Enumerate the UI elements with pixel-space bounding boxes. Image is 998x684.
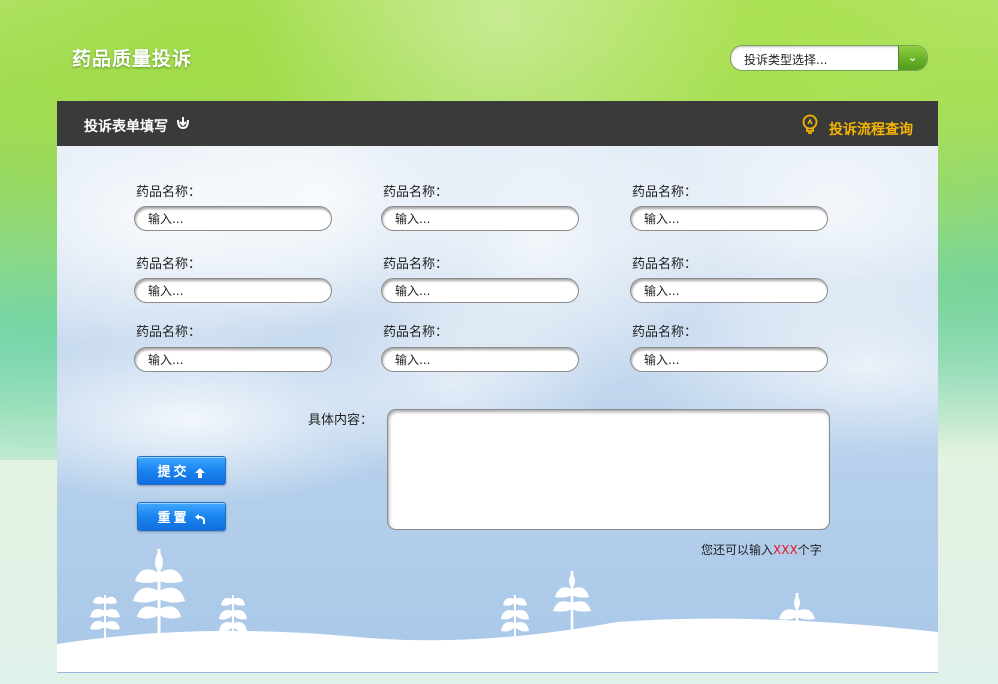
plant-decoration xyxy=(501,595,529,643)
drug-name-input-3[interactable] xyxy=(630,206,828,231)
content-label: 具体内容： xyxy=(308,413,374,428)
complaint-type-select-value: 投诉类型选择... xyxy=(744,53,828,67)
submit-button-label: 提交 xyxy=(157,464,190,479)
drug-name-label: 药品名称： xyxy=(632,257,698,272)
chevron-down-icon: ⌄ xyxy=(908,51,918,64)
drug-name-label: 药品名称： xyxy=(632,325,698,340)
plant-decoration xyxy=(90,595,120,645)
reset-button-label: 重置 xyxy=(157,510,190,525)
undo-icon xyxy=(194,513,205,524)
submit-button[interactable]: 提交 xyxy=(137,456,226,485)
reset-button[interactable]: 重置 xyxy=(137,502,226,531)
drug-name-input-2[interactable] xyxy=(381,206,579,231)
char-hint-prefix: 您还可以输入 xyxy=(701,543,774,557)
drug-name-input-5[interactable] xyxy=(381,278,579,303)
plant-decoration xyxy=(219,595,247,645)
drug-name-label: 药品名称： xyxy=(632,185,698,200)
lightbulb-icon xyxy=(802,114,818,134)
page-title: 药品质量投诉 xyxy=(72,48,193,70)
drug-name-label: 药品名称： xyxy=(383,185,449,200)
drug-name-label: 药品名称： xyxy=(383,257,449,272)
drug-name-label: 药品名称： xyxy=(383,325,449,340)
drug-name-label: 药品名称： xyxy=(136,185,202,200)
drug-name-input-7[interactable] xyxy=(134,347,332,372)
hand-down-icon xyxy=(177,117,189,130)
char-hint-suffix: 个字 xyxy=(797,543,822,557)
complaint-form-panel: 投诉表单填写 投诉流程查询 药品名称： 药品名称： 药品名称： 药品名称： 药品… xyxy=(57,101,938,673)
complaint-type-select[interactable]: 投诉类型选择... ⌄ xyxy=(730,45,928,71)
panel-header: 投诉表单填写 投诉流程查询 xyxy=(57,101,938,146)
drug-name-input-6[interactable] xyxy=(630,278,828,303)
drug-name-input-8[interactable] xyxy=(381,347,579,372)
char-hint-count: XXX xyxy=(773,543,798,557)
form-title: 投诉表单填写 xyxy=(84,119,168,135)
process-query-link[interactable]: 投诉流程查询 xyxy=(829,119,913,139)
drug-name-input-9[interactable] xyxy=(630,347,828,372)
drug-name-label: 药品名称： xyxy=(136,325,202,340)
drug-name-input-4[interactable] xyxy=(134,278,332,303)
drug-name-input-1[interactable] xyxy=(134,206,332,231)
drug-name-label: 药品名称： xyxy=(136,257,202,272)
plant-decoration xyxy=(553,571,591,639)
plant-decoration xyxy=(133,549,185,645)
char-count-hint: 您还可以输入XXX个字 xyxy=(701,541,822,558)
plant-decoration xyxy=(777,593,817,655)
content-textarea[interactable] xyxy=(387,409,830,530)
arrow-up-icon xyxy=(194,467,205,478)
complaint-type-dropdown-button[interactable]: ⌄ xyxy=(898,46,927,70)
